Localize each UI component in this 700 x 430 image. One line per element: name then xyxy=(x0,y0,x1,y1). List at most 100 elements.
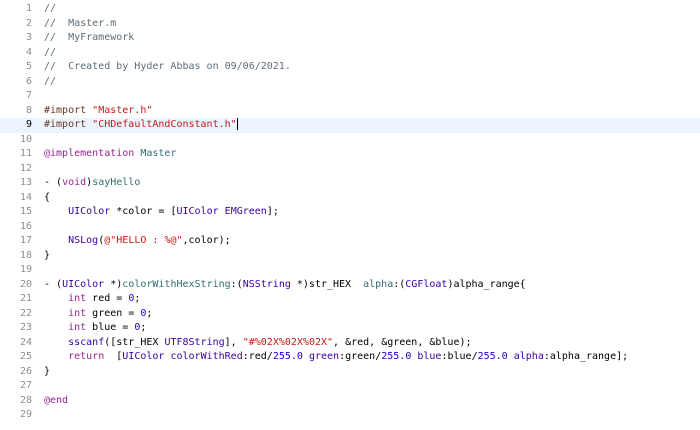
line-text[interactable]: - (void)sayHello xyxy=(44,176,700,191)
code-line[interactable]: 1 // xyxy=(0,2,700,17)
line-text[interactable]: #import "CHDefaultAndConstant.h" xyxy=(44,118,700,133)
code-token: // MyFramework xyxy=(44,32,135,43)
code-token: )alpha_range{ xyxy=(447,278,526,290)
code-token: 255.0 xyxy=(272,351,303,362)
line-text[interactable]: #import "Master.h" xyxy=(44,104,700,119)
code-line[interactable]: 28 @end xyxy=(0,394,700,409)
line-text[interactable]: // xyxy=(44,75,700,90)
code-line[interactable]: 25 return [UIColor colorWithRed:red/255.… xyxy=(0,350,700,365)
code-token: // Created by Hyder Abbas on 09/06/2021. xyxy=(44,61,291,72)
line-text[interactable] xyxy=(44,263,700,278)
code-line[interactable]: 22 int green = 0; xyxy=(0,307,700,322)
code-line[interactable]: 2 // Master.m xyxy=(0,17,700,32)
line-text[interactable]: int blue = 0; xyxy=(44,321,700,336)
line-text[interactable]: // Created by Hyder Abbas on 09/06/2021. xyxy=(44,60,700,75)
code-line[interactable]: 16 xyxy=(0,220,700,235)
code-line[interactable]: 14 { xyxy=(0,191,700,206)
code-token: } xyxy=(44,249,51,261)
code-token: ], xyxy=(224,336,243,348)
line-text[interactable]: // Master.m xyxy=(44,17,700,32)
line-number: 17 xyxy=(19,235,32,246)
code-line[interactable]: 12 xyxy=(0,162,700,177)
line-text[interactable]: } xyxy=(44,249,700,264)
line-text[interactable]: UIColor *color = [UIColor EMGreen]; xyxy=(44,205,700,220)
code-line[interactable]: 21 int red = 0; xyxy=(0,292,700,307)
code-token: EMGreen xyxy=(224,206,267,217)
code-line[interactable]: 24 sscanf([str_HEX UTF8String], "#%02X%0… xyxy=(0,336,700,351)
line-text[interactable]: // MyFramework xyxy=(44,31,700,46)
code-token: // Master.m xyxy=(44,17,117,29)
code-token: :red/ xyxy=(242,351,273,362)
line-text[interactable]: @end xyxy=(44,394,700,409)
line-number: 24 xyxy=(19,336,32,348)
code-line[interactable]: 19 xyxy=(0,263,700,278)
code-line[interactable]: 11 @implementation Master xyxy=(0,147,700,162)
line-text[interactable] xyxy=(44,220,700,235)
code-token: // xyxy=(44,75,57,87)
line-number: 4 xyxy=(25,46,32,58)
line-text[interactable] xyxy=(44,133,700,148)
code-token: UIColor xyxy=(68,206,111,217)
code-line[interactable]: 5 // Created by Hyder Abbas on 09/06/2021… xyxy=(0,60,700,75)
line-number: 8 xyxy=(25,104,32,116)
line-text[interactable]: @implementation Master xyxy=(44,147,700,162)
code-line[interactable]: 20 - (UIColor *)colorWithHexString:(NSStr… xyxy=(0,278,700,293)
code-line[interactable]: 9 #import "CHDefaultAndConstant.h" xyxy=(0,118,700,133)
code-token: alpha xyxy=(513,351,544,362)
code-token: green = xyxy=(86,307,141,319)
code-line[interactable]: 17 NSLog(@"HELLO : %@",color); xyxy=(0,234,700,249)
line-number: 22 xyxy=(19,307,32,319)
code-editor[interactable]: 1 // 2 // Master.m 3 // MyFramework 4 // 5 // Cre… xyxy=(0,0,700,430)
code-lines[interactable]: 1 // 2 // Master.m 3 // MyFramework 4 // 5 // Cre… xyxy=(0,2,700,423)
line-text[interactable] xyxy=(44,408,700,423)
line-text[interactable]: { xyxy=(44,191,700,206)
code-line[interactable]: 3 // MyFramework xyxy=(0,31,700,46)
line-text[interactable]: int green = 0; xyxy=(44,307,700,322)
code-line[interactable]: 27 xyxy=(0,379,700,394)
code-line[interactable]: 6 // xyxy=(0,75,700,90)
code-line[interactable]: 15 UIColor *color = [UIColor EMGreen]; xyxy=(0,205,700,220)
line-text[interactable]: NSLog(@"HELLO : %@",color); xyxy=(44,234,700,249)
code-token: :( xyxy=(393,278,406,290)
code-token: UIColor xyxy=(62,278,105,290)
line-text[interactable]: } xyxy=(44,365,700,380)
code-line[interactable]: 4 // xyxy=(0,46,700,61)
code-line[interactable]: 8 #import "Master.h" xyxy=(0,104,700,119)
code-token: "CHDefaultAndConstant.h" xyxy=(92,119,237,130)
code-token: alpha xyxy=(363,278,394,290)
line-text[interactable]: // xyxy=(44,46,700,61)
code-token: int xyxy=(68,293,87,304)
line-text[interactable]: return [UIColor colorWithRed:red/255.0 g… xyxy=(44,350,700,365)
line-text[interactable]: - (UIColor *)colorWithHexString:(NSStrin… xyxy=(44,278,700,293)
line-text[interactable] xyxy=(44,379,700,394)
code-token: sayHello xyxy=(92,177,141,188)
line-number: 14 xyxy=(19,191,32,203)
code-line[interactable]: 10 xyxy=(0,133,700,148)
code-token: } xyxy=(44,365,51,377)
text-caret xyxy=(236,118,238,130)
code-line[interactable]: 18} xyxy=(0,249,700,264)
line-text[interactable] xyxy=(44,162,700,177)
line-number: 7 xyxy=(25,90,32,101)
code-line[interactable]: 29 xyxy=(0,408,700,423)
code-line[interactable]: 26} xyxy=(0,365,700,380)
line-text[interactable] xyxy=(44,89,700,104)
code-token: NSLog xyxy=(68,235,99,246)
code-token: sscanf xyxy=(68,336,105,348)
code-token: { xyxy=(44,191,51,203)
line-text[interactable]: sscanf([str_HEX UTF8String], "#%02X%02X%… xyxy=(44,336,700,351)
code-token: - ( xyxy=(44,278,63,290)
line-number: 20 xyxy=(19,278,32,290)
code-token: NSString xyxy=(242,278,291,290)
code-line[interactable]: 7 xyxy=(0,89,700,104)
line-text[interactable]: // xyxy=(44,2,700,17)
code-line[interactable]: 13 - (void)sayHello xyxy=(0,176,700,191)
line-number: 11 xyxy=(19,148,32,159)
code-line[interactable]: 23 int blue = 0; xyxy=(0,321,700,336)
code-token: :blue/ xyxy=(441,351,478,362)
line-text[interactable]: int red = 0; xyxy=(44,292,700,307)
line-number: 9 xyxy=(25,119,32,130)
